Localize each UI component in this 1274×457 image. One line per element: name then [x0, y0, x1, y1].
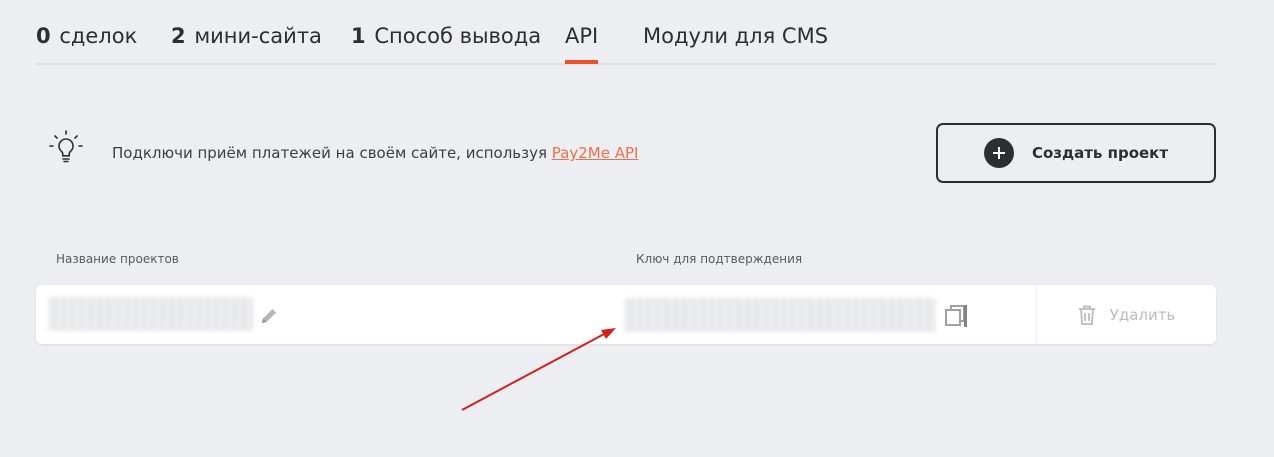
pencil-icon[interactable] [258, 305, 280, 327]
delete-label: Удалить [1109, 305, 1176, 324]
tab-withdrawal[interactable]: 1 Способ вывода [351, 23, 541, 49]
delete-button[interactable]: Удалить [1037, 285, 1216, 344]
tab-label: Модули для CMS [643, 24, 829, 48]
annotation-arrow [461, 328, 616, 411]
tab-label: сделок [59, 24, 138, 48]
tab-label: мини-сайта [194, 24, 322, 48]
tab-bar: 0 сделок 2 мини-сайта 1 Способ вывода AP… [36, 0, 1216, 65]
create-project-button[interactable]: Создать проект [936, 123, 1216, 183]
tab-api[interactable]: API [565, 23, 599, 64]
table-row: Удалить [36, 285, 1216, 344]
copy-icon[interactable] [944, 303, 968, 329]
project-name-redacted [48, 297, 253, 331]
info-message: Подключи приём платежей на своём сайте, … [112, 143, 638, 163]
column-header-project-name: Название проектов [56, 252, 179, 266]
tab-cms-modules[interactable]: Модули для CMS [643, 23, 828, 49]
tab-count: 1 [351, 24, 366, 48]
lightbulb-icon [49, 130, 83, 163]
tab-label: Способ вывода [374, 24, 542, 48]
tab-deals[interactable]: 0 сделок [36, 23, 137, 49]
confirmation-key-redacted [624, 298, 936, 332]
page: 0 сделок 2 мини-сайта 1 Способ вывода AP… [0, 0, 1274, 457]
plus-circle-icon [983, 138, 1014, 168]
tab-label: API [565, 24, 599, 48]
api-docs-link[interactable]: Pay2Me API [552, 144, 639, 162]
create-project-label: Создать проект [1031, 144, 1169, 162]
trash-icon [1078, 305, 1095, 325]
tab-count: 0 [36, 24, 51, 48]
tab-count: 2 [171, 24, 186, 48]
column-header-confirmation-key: Ключ для подтверждения [636, 252, 803, 266]
info-text: Подключи приём платежей на своём сайте, … [112, 144, 552, 162]
tab-mini-sites[interactable]: 2 мини-сайта [171, 23, 322, 49]
